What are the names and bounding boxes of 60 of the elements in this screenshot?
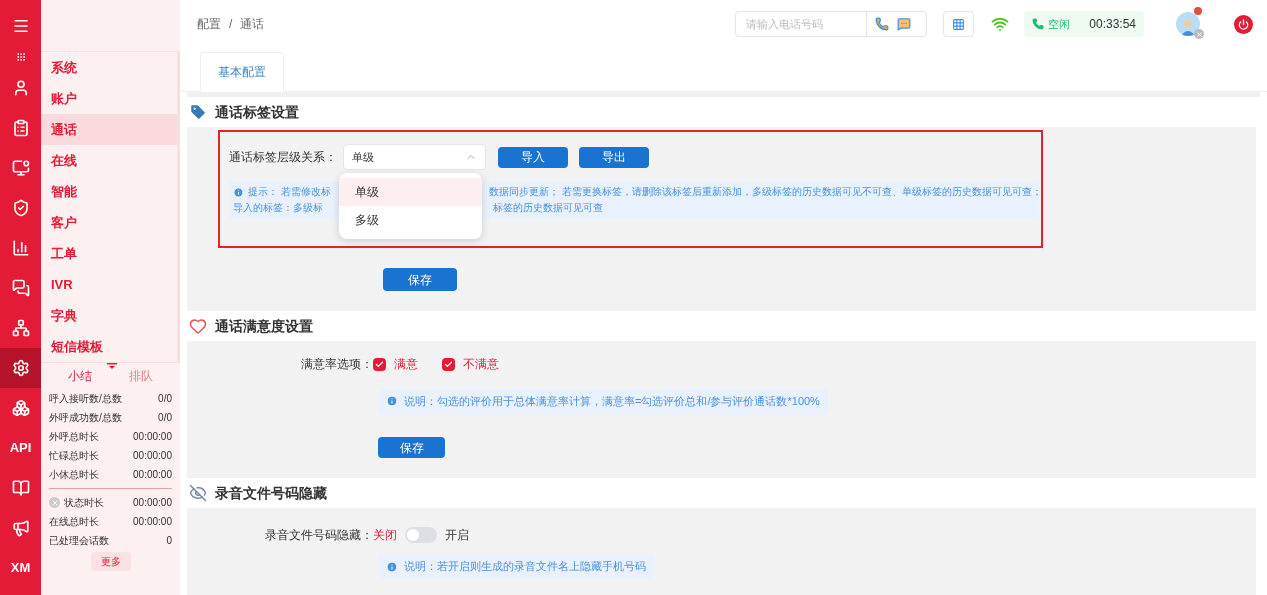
import-button[interactable]: 导入: [498, 146, 568, 168]
level-select[interactable]: 单级: [343, 144, 486, 170]
tab[interactable]: 基本配置: [200, 52, 284, 92]
stat-label: 呼入接听数/总数: [49, 392, 122, 406]
breadcrumb-item[interactable]: 通话: [240, 15, 265, 33]
save-button[interactable]: 保存: [383, 268, 457, 291]
stat-label: 在线总时长: [49, 515, 99, 529]
hint-text: 标签的历史数据可见可查: [493, 201, 603, 215]
section-title: 录音文件号码隐藏: [215, 483, 327, 503]
toggle-off-label: 关闭: [373, 527, 397, 545]
hint-text: 提示： 若需修改标: [248, 185, 331, 199]
hint-text: 数据同步更新； 若需更换标签，请删除该标签后重新添加，多级标签的历史数据可见不可查、单级标签的历史数据可见可查；: [488, 185, 1042, 199]
checkbox-label: 满意: [394, 356, 418, 373]
call-timer: 00:33:54: [1089, 16, 1136, 33]
menu-item[interactable]: 客户: [41, 207, 177, 238]
stat-value: 0/0: [158, 392, 172, 406]
dropdown-option[interactable]: 单级: [339, 178, 482, 206]
more-button[interactable]: 更多: [90, 552, 131, 571]
stat-value: 00:00:00: [133, 496, 172, 510]
section-title: 通话标签设置: [215, 102, 299, 122]
stat-value: 0: [166, 534, 172, 548]
export-button[interactable]: 导出: [579, 146, 649, 168]
menu-item[interactable]: 账户: [41, 83, 177, 114]
checkbox-label: 不满意: [463, 356, 499, 373]
field-label: 通话标签层级关系：: [229, 149, 337, 166]
menu-item[interactable]: 智能: [41, 176, 177, 207]
section-title: 通话满意度设置: [215, 316, 313, 336]
menu-item[interactable]: IVR: [41, 269, 177, 300]
stat-value: 0/0: [158, 411, 172, 425]
rail-label[interactable]: API: [0, 428, 41, 468]
stats-tab[interactable]: 排队: [110, 367, 172, 385]
stat-value: 00:00:00: [133, 449, 172, 463]
stat-label: 忙碌总时长: [49, 449, 99, 463]
toggle-on-label: 开启: [445, 527, 469, 545]
menu-item[interactable]: 通话: [41, 114, 177, 145]
menu-item[interactable]: 在线: [41, 145, 177, 176]
stat-value: 00:00:00: [133, 515, 172, 529]
menu-item[interactable]: 工单: [41, 238, 177, 269]
breadcrumb-item[interactable]: 配置: [197, 15, 221, 33]
stat-label: 小休总时长: [49, 468, 99, 482]
hint-text: 导入的标签：多级标: [233, 201, 323, 215]
stat-value: 00:00:00: [133, 468, 172, 482]
save-button[interactable]: 保存: [378, 437, 445, 459]
hint-text: 说明：勾选的评价用于总体满意率计算，满意率=勾选评价总和/参与评价通话数*100%: [404, 394, 820, 409]
stat-label: 状态时长: [64, 496, 104, 510]
stats-tab[interactable]: 小结: [49, 367, 111, 385]
field-label: 录音文件号码隐藏：: [264, 527, 373, 545]
hint-text: 说明：若开启则生成的录音文件名上隐藏手机号码: [404, 559, 646, 575]
stat-value: 00:00:00: [133, 430, 172, 444]
stat-label: 外呼总时长: [49, 430, 99, 444]
menu-item[interactable]: 短信模板: [41, 331, 177, 362]
stat-label: 外呼成功数/总数: [49, 411, 122, 425]
menu-item[interactable]: 字典: [41, 300, 177, 331]
dropdown-option[interactable]: 多级: [339, 206, 482, 234]
status-text: 空闲: [1048, 16, 1070, 32]
rail-label[interactable]: XM: [0, 548, 41, 588]
breadcrumb-separator: /: [229, 16, 233, 33]
stat-label: 已处理会话数: [49, 534, 109, 548]
field-label: 满意率选项：: [300, 356, 373, 373]
menu-item[interactable]: 系统: [41, 52, 177, 83]
